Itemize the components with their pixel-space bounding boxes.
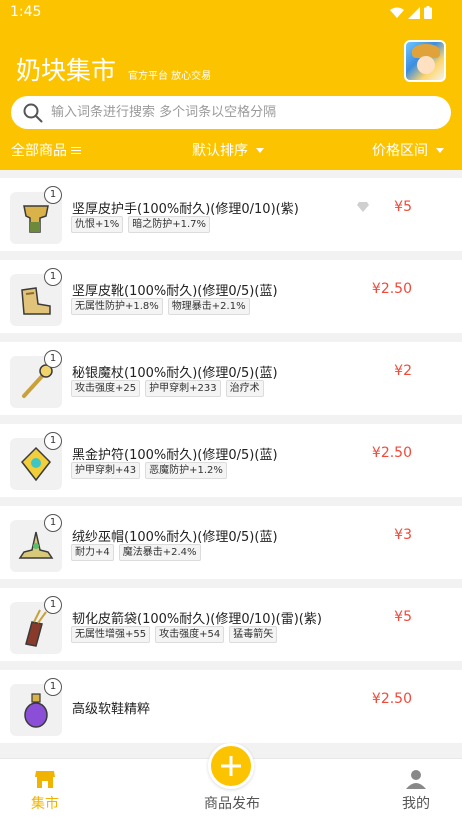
item-tag: 治疗术 bbox=[225, 380, 264, 397]
list-item[interactable]: 1 韧化皮箭袋(100%耐久)(修理0/10)(雷)(紫) 无属性增强+55 攻… bbox=[0, 588, 462, 661]
item-tags: 耐力+4 魔法暴击+2.4% bbox=[71, 544, 341, 561]
item-name: 秘银魔杖(100%耐久)(修理0/5)(蓝) bbox=[72, 366, 278, 381]
search-icon bbox=[23, 103, 43, 123]
app-header: 奶块集市 官方平台 放心交易 全部商品 默认排序 价格区间 bbox=[0, 26, 462, 170]
item-tag: 暗之防护+1.7% bbox=[128, 216, 211, 233]
tab-market[interactable]: 集市 bbox=[30, 769, 60, 813]
filter-all-label: 全部商品 bbox=[11, 143, 67, 159]
filter-sort-label: 默认排序 bbox=[192, 143, 248, 159]
item-tag: 无属性增强+55 bbox=[71, 626, 151, 643]
item-tag: 魔法暴击+2.4% bbox=[118, 544, 201, 561]
status-icons bbox=[390, 6, 432, 19]
tab-market-label: 集市 bbox=[31, 796, 59, 812]
item-price: ¥2 bbox=[394, 363, 412, 379]
item-tag: 攻击强度+25 bbox=[71, 380, 141, 397]
plus-icon bbox=[221, 756, 241, 776]
item-tags: 护甲穿刺+43 恶魔防护+1.2% bbox=[71, 462, 341, 479]
signal-icon bbox=[408, 6, 420, 19]
status-bar: 1:45 bbox=[0, 0, 462, 26]
list-item[interactable]: 1 绒纱巫帽(100%耐久)(修理0/5)(蓝) 耐力+4 魔法暴击+2.4% … bbox=[0, 506, 462, 579]
item-price: ¥2.50 bbox=[371, 281, 412, 297]
list-item[interactable]: 1 坚厚皮护手(100%耐久)(修理0/10)(紫) 仇恨+1% 暗之防护+1.… bbox=[0, 178, 462, 251]
diamond-icon bbox=[357, 202, 369, 212]
app-title: 奶块集市 bbox=[16, 56, 117, 85]
list-menu-icon bbox=[71, 145, 81, 156]
tab-publish-label: 商品发布 bbox=[204, 796, 260, 812]
avatar-face bbox=[417, 56, 435, 74]
item-tag: 耐力+4 bbox=[71, 544, 114, 561]
status-time: 1:45 bbox=[10, 4, 42, 20]
shop-icon bbox=[35, 771, 55, 788]
publish-plus-button[interactable] bbox=[208, 743, 254, 789]
item-tag: 物理暴击+2.1% bbox=[167, 298, 250, 315]
item-tag: 护甲穿刺+233 bbox=[145, 380, 221, 397]
item-tag: 护甲穿刺+43 bbox=[71, 462, 141, 479]
item-count-badge: 1 bbox=[44, 432, 62, 450]
item-tags: 仇恨+1% 暗之防护+1.7% bbox=[71, 216, 341, 233]
item-tags: 无属性防护+1.8% 物理暴击+2.1% bbox=[71, 298, 341, 315]
wifi-icon bbox=[390, 7, 404, 18]
filter-price-range[interactable]: 价格区间 bbox=[372, 140, 444, 160]
item-count-badge: 1 bbox=[44, 350, 62, 368]
item-count-badge: 1 bbox=[44, 514, 62, 532]
item-tag: 攻击强度+54 bbox=[155, 626, 225, 643]
item-count-badge: 1 bbox=[44, 596, 62, 614]
item-price: ¥2.50 bbox=[371, 445, 412, 461]
item-name: 黑金护符(100%耐久)(修理0/5)(蓝) bbox=[72, 448, 278, 463]
item-tags: 攻击强度+25 护甲穿刺+233 治疗术 bbox=[71, 380, 341, 397]
tab-mine[interactable]: 我的 bbox=[400, 769, 432, 813]
item-price: ¥3 bbox=[394, 527, 412, 543]
list-item[interactable]: 1 秘银魔杖(100%耐久)(修理0/5)(蓝) 攻击强度+25 护甲穿刺+23… bbox=[0, 342, 462, 415]
item-tag: 仇恨+1% bbox=[71, 216, 124, 233]
item-name: 坚厚皮靴(100%耐久)(修理0/5)(蓝) bbox=[72, 284, 278, 299]
tab-publish[interactable]: 商品发布 bbox=[195, 793, 269, 813]
item-count-badge: 1 bbox=[44, 268, 62, 286]
item-count-badge: 1 bbox=[44, 186, 62, 204]
search-bar[interactable] bbox=[11, 96, 451, 129]
caret-down-icon bbox=[436, 147, 444, 153]
filter-bar: 全部商品 默认排序 价格区间 bbox=[0, 138, 462, 162]
user-icon bbox=[406, 770, 426, 789]
list-item[interactable]: 1 黑金护符(100%耐久)(修理0/5)(蓝) 护甲穿刺+43 恶魔防护+1.… bbox=[0, 424, 462, 497]
item-name: 韧化皮箭袋(100%耐久)(修理0/10)(雷)(紫) bbox=[72, 612, 322, 627]
list-item[interactable]: 1 高级软鞋精粹 ¥2.50 bbox=[0, 670, 462, 743]
item-name: 坚厚皮护手(100%耐久)(修理0/10)(紫) bbox=[72, 202, 299, 217]
item-tag: 无属性防护+1.8% bbox=[71, 298, 163, 315]
filter-price-label: 价格区间 bbox=[372, 143, 428, 159]
filter-all-goods[interactable]: 全部商品 bbox=[11, 140, 81, 160]
item-count-badge: 1 bbox=[44, 678, 62, 696]
item-name: 高级软鞋精粹 bbox=[72, 702, 151, 717]
item-price: ¥5 bbox=[394, 199, 412, 215]
caret-down-icon bbox=[256, 147, 264, 153]
list-item[interactable]: 1 坚厚皮靴(100%耐久)(修理0/5)(蓝) 无属性防护+1.8% 物理暴击… bbox=[0, 260, 462, 333]
item-tag: 恶魔防护+1.2% bbox=[145, 462, 227, 479]
tab-mine-label: 我的 bbox=[402, 796, 430, 812]
item-tags: 无属性增强+55 攻击强度+54 猛毒箭矢 bbox=[71, 626, 341, 643]
app-tagline: 官方平台 放心交易 bbox=[128, 71, 212, 82]
battery-icon bbox=[424, 6, 432, 19]
filter-sort[interactable]: 默认排序 bbox=[192, 140, 264, 160]
search-input[interactable] bbox=[51, 96, 441, 129]
item-price: ¥2.50 bbox=[371, 691, 412, 707]
item-name: 绒纱巫帽(100%耐久)(修理0/5)(蓝) bbox=[72, 530, 278, 545]
item-tag: 猛毒箭矢 bbox=[229, 626, 278, 643]
avatar[interactable] bbox=[404, 40, 446, 82]
item-price: ¥5 bbox=[394, 609, 412, 625]
